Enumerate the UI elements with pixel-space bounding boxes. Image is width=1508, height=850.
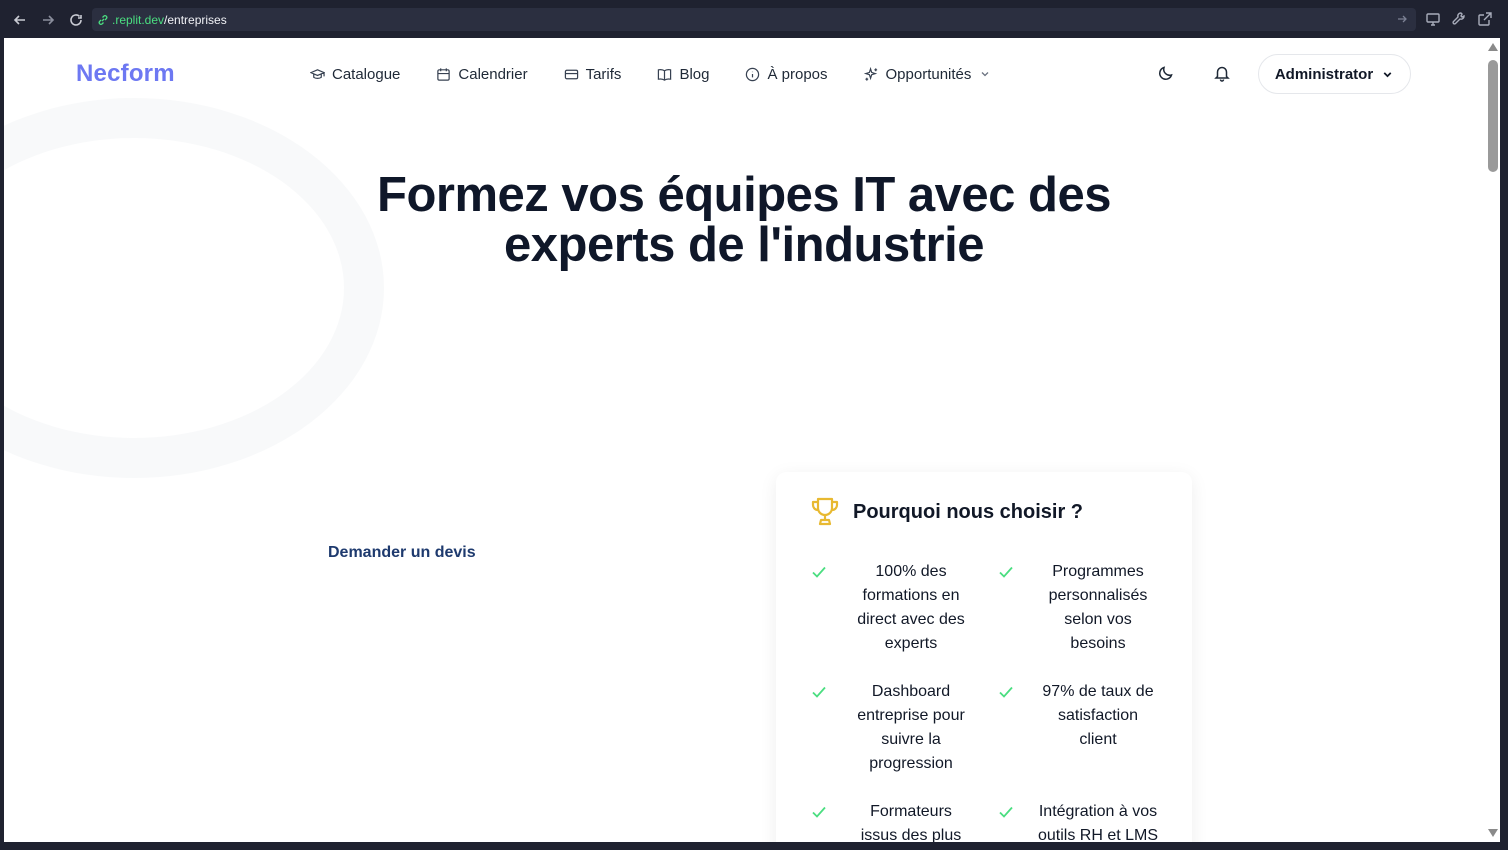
feature-line: 97% de taux de bbox=[1042, 683, 1154, 700]
book-open-icon bbox=[658, 68, 672, 81]
moon-icon[interactable] bbox=[1157, 64, 1175, 82]
user-label: Administrator bbox=[1274, 65, 1374, 83]
check-icon bbox=[999, 686, 1013, 698]
feature-line: 100% des bbox=[875, 563, 947, 580]
feature-text: 97% de taux de satisfaction client bbox=[1023, 680, 1173, 752]
feature-line: suivre la bbox=[881, 731, 941, 748]
feature-text: Intégration à vos outils RH et LMS bbox=[1023, 800, 1173, 842]
nav-label: Tarifs bbox=[585, 65, 622, 83]
scroll-thumb[interactable] bbox=[1488, 60, 1498, 172]
nav-item-opportunites[interactable]: Opportunités bbox=[863, 65, 992, 83]
forward-arrow-icon[interactable] bbox=[37, 9, 59, 31]
feature-line: Dashboard bbox=[871, 683, 951, 700]
request-quote-link[interactable]: Demander un devis bbox=[328, 544, 476, 562]
nav-label: Opportunités bbox=[885, 65, 972, 83]
reload-icon[interactable] bbox=[65, 9, 87, 31]
bell-icon[interactable] bbox=[1213, 64, 1231, 82]
card-header: Pourquoi nous choisir ? bbox=[810, 496, 1083, 528]
feature-item: Dashboard entreprise pour suivre la prog… bbox=[810, 680, 986, 776]
feature-item: Formateurs issus des plus bbox=[810, 800, 986, 842]
feature-line: outils RH et LMS bbox=[1037, 827, 1159, 842]
nav-item-blog[interactable]: Blog bbox=[657, 66, 709, 83]
page-viewport: Necform Catalogue Calendrier Tarifs Blog… bbox=[4, 38, 1486, 842]
check-icon bbox=[999, 566, 1013, 578]
why-choose-us-card: Pourquoi nous choisir ? 100% des formati… bbox=[776, 472, 1192, 842]
feature-text: Formateurs issus des plus bbox=[836, 800, 986, 842]
sparkles-icon bbox=[863, 66, 877, 81]
main-nav: Catalogue Calendrier Tarifs Blog À propo… bbox=[310, 62, 1027, 86]
nav-label: Calendrier bbox=[458, 65, 528, 83]
feature-text: 100% des formations en direct avec des e… bbox=[836, 560, 986, 656]
chevron-down-icon bbox=[1383, 71, 1392, 77]
url-path: /entreprises bbox=[164, 12, 227, 27]
info-icon bbox=[746, 67, 760, 81]
graduation-cap-icon bbox=[310, 68, 325, 79]
nav-item-catalogue[interactable]: Catalogue bbox=[310, 66, 400, 83]
nav-item-tarifs[interactable]: Tarifs bbox=[564, 65, 622, 83]
feature-item: Intégration à vos outils RH et LMS bbox=[997, 800, 1173, 842]
wrench-icon[interactable] bbox=[1451, 11, 1467, 27]
trophy-icon bbox=[811, 497, 839, 526]
feature-line: issus des plus bbox=[860, 827, 962, 842]
check-icon bbox=[812, 806, 826, 818]
check-icon bbox=[812, 686, 826, 698]
feature-line: besoins bbox=[1070, 635, 1126, 652]
scroll-up-arrow-icon[interactable] bbox=[1488, 43, 1498, 51]
nav-label: Blog bbox=[679, 65, 710, 83]
card-title: Pourquoi nous choisir ? bbox=[853, 500, 1083, 523]
feature-text: Programmes personnalisés selon vos besoi… bbox=[1023, 560, 1173, 656]
back-arrow-icon[interactable] bbox=[9, 9, 31, 31]
feature-line: selon vos bbox=[1064, 611, 1132, 628]
background-decoration bbox=[4, 98, 384, 478]
chevron-down-icon bbox=[981, 72, 989, 77]
scroll-down-arrow-icon[interactable] bbox=[1488, 829, 1498, 837]
nav-label: À propos bbox=[767, 65, 828, 83]
credit-card-icon bbox=[564, 69, 578, 79]
feature-line: client bbox=[1079, 731, 1117, 748]
hero-title: Formez vos équipes IT avec des experts d… bbox=[284, 170, 1204, 270]
monitor-icon[interactable] bbox=[1425, 11, 1441, 27]
address-bar[interactable]: .replit.dev/entreprises bbox=[92, 8, 1416, 31]
browser-chrome: .replit.dev/entreprises bbox=[0, 0, 1508, 38]
feature-line: Formateurs bbox=[870, 803, 952, 820]
check-icon bbox=[999, 806, 1013, 818]
feature-line: progression bbox=[869, 755, 953, 772]
calendar-icon bbox=[437, 67, 451, 81]
hero-title-line1: Formez vos équipes IT avec des bbox=[377, 168, 1111, 222]
user-menu-button[interactable]: Administrator bbox=[1258, 54, 1411, 94]
feature-item: 97% de taux de satisfaction client bbox=[997, 680, 1173, 752]
feature-item: Programmes personnalisés selon vos besoi… bbox=[997, 560, 1173, 656]
feature-line: experts bbox=[884, 635, 938, 652]
nav-label: Catalogue bbox=[332, 65, 401, 83]
nav-item-calendrier[interactable]: Calendrier bbox=[436, 65, 528, 83]
feature-line: formations en bbox=[862, 587, 960, 604]
feature-item: 100% des formations en direct avec des e… bbox=[810, 560, 986, 656]
feature-line: personnalisés bbox=[1048, 587, 1148, 604]
logo[interactable]: Necform bbox=[76, 60, 175, 88]
feature-line: satisfaction bbox=[1057, 707, 1139, 724]
feature-line: Programmes bbox=[1052, 563, 1144, 580]
hero-title-line2: experts de l'industrie bbox=[504, 218, 984, 272]
feature-text: Dashboard entreprise pour suivre la prog… bbox=[836, 680, 986, 776]
link-icon bbox=[97, 14, 109, 26]
url-domain: .replit.dev bbox=[112, 12, 165, 27]
feature-line: Intégration à vos bbox=[1038, 803, 1158, 820]
feature-line: direct avec des bbox=[857, 611, 965, 628]
vertical-scrollbar[interactable] bbox=[1486, 38, 1500, 842]
go-arrow-icon[interactable] bbox=[1396, 13, 1408, 25]
feature-line: entreprise pour bbox=[857, 707, 965, 724]
external-link-icon[interactable] bbox=[1477, 11, 1493, 27]
check-icon bbox=[812, 566, 826, 578]
nav-item-a-propos[interactable]: À propos bbox=[745, 65, 828, 83]
